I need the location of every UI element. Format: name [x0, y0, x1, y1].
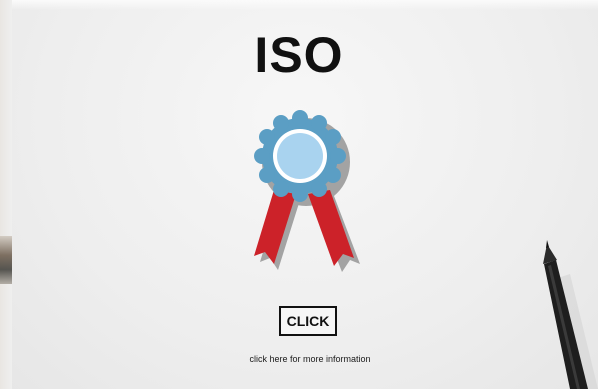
marker-pen	[543, 240, 598, 389]
background-photo-strip	[0, 236, 12, 284]
paper-top-edge	[0, 0, 598, 10]
award-ribbon-icon	[254, 110, 360, 272]
slide-canvas: ISO CLICK click here for more informatio…	[0, 0, 598, 389]
click-button[interactable]: CLICK	[279, 306, 337, 336]
page-title: ISO	[254, 27, 344, 83]
